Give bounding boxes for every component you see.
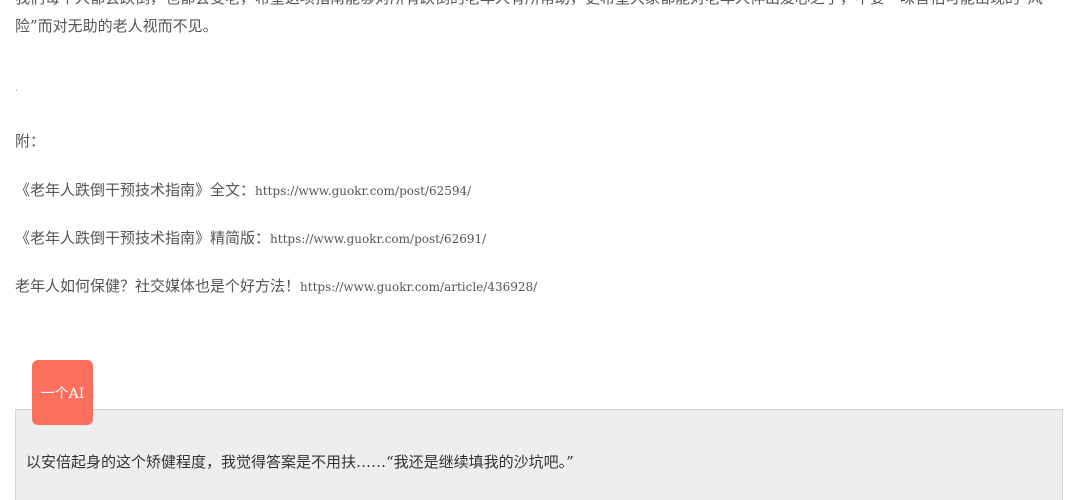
reference-title: 《老年人跌倒干预技术指南》全文：: [15, 181, 256, 199]
reference-title: 老年人如何保健？社交媒体也是个好方法！: [15, 277, 301, 295]
appendix-label: 附：: [15, 132, 46, 150]
reference-line-1: 《老年人跌倒干预技术指南》全文：https://www.guokr.com/po…: [15, 180, 471, 201]
reference-link[interactable]: https://www.guokr.com/post/62691/: [270, 232, 486, 246]
article-paragraph: 我们每个人都会跌倒，也都会变老，希望这项指南能够对所有跌倒的老年人有所帮助，更希…: [15, 0, 1043, 35]
comment-text: 以安倍起身的这个矫健程度，我觉得答案是不用扶……“我还是继续填我的沙坑吧。”: [26, 453, 574, 471]
reference-link[interactable]: https://www.guokr.com/post/62594/: [255, 184, 471, 198]
reference-line-3: 老年人如何保健？社交媒体也是个好方法！https://www.guokr.com…: [15, 276, 537, 297]
reference-link[interactable]: https://www.guokr.com/article/436928/: [300, 280, 537, 294]
reference-line-2: 《老年人跌倒干预技术指南》精简版：https://www.guokr.com/p…: [15, 228, 486, 249]
comment-box: 以安倍起身的这个矫健程度，我觉得答案是不用扶……“我还是继续填我的沙坑吧。”: [15, 409, 1063, 500]
separator-dot: .: [15, 83, 19, 94]
comment-author-badge[interactable]: 一个AI: [32, 360, 93, 425]
reference-title: 《老年人跌倒干预技术指南》精简版：: [15, 229, 271, 247]
